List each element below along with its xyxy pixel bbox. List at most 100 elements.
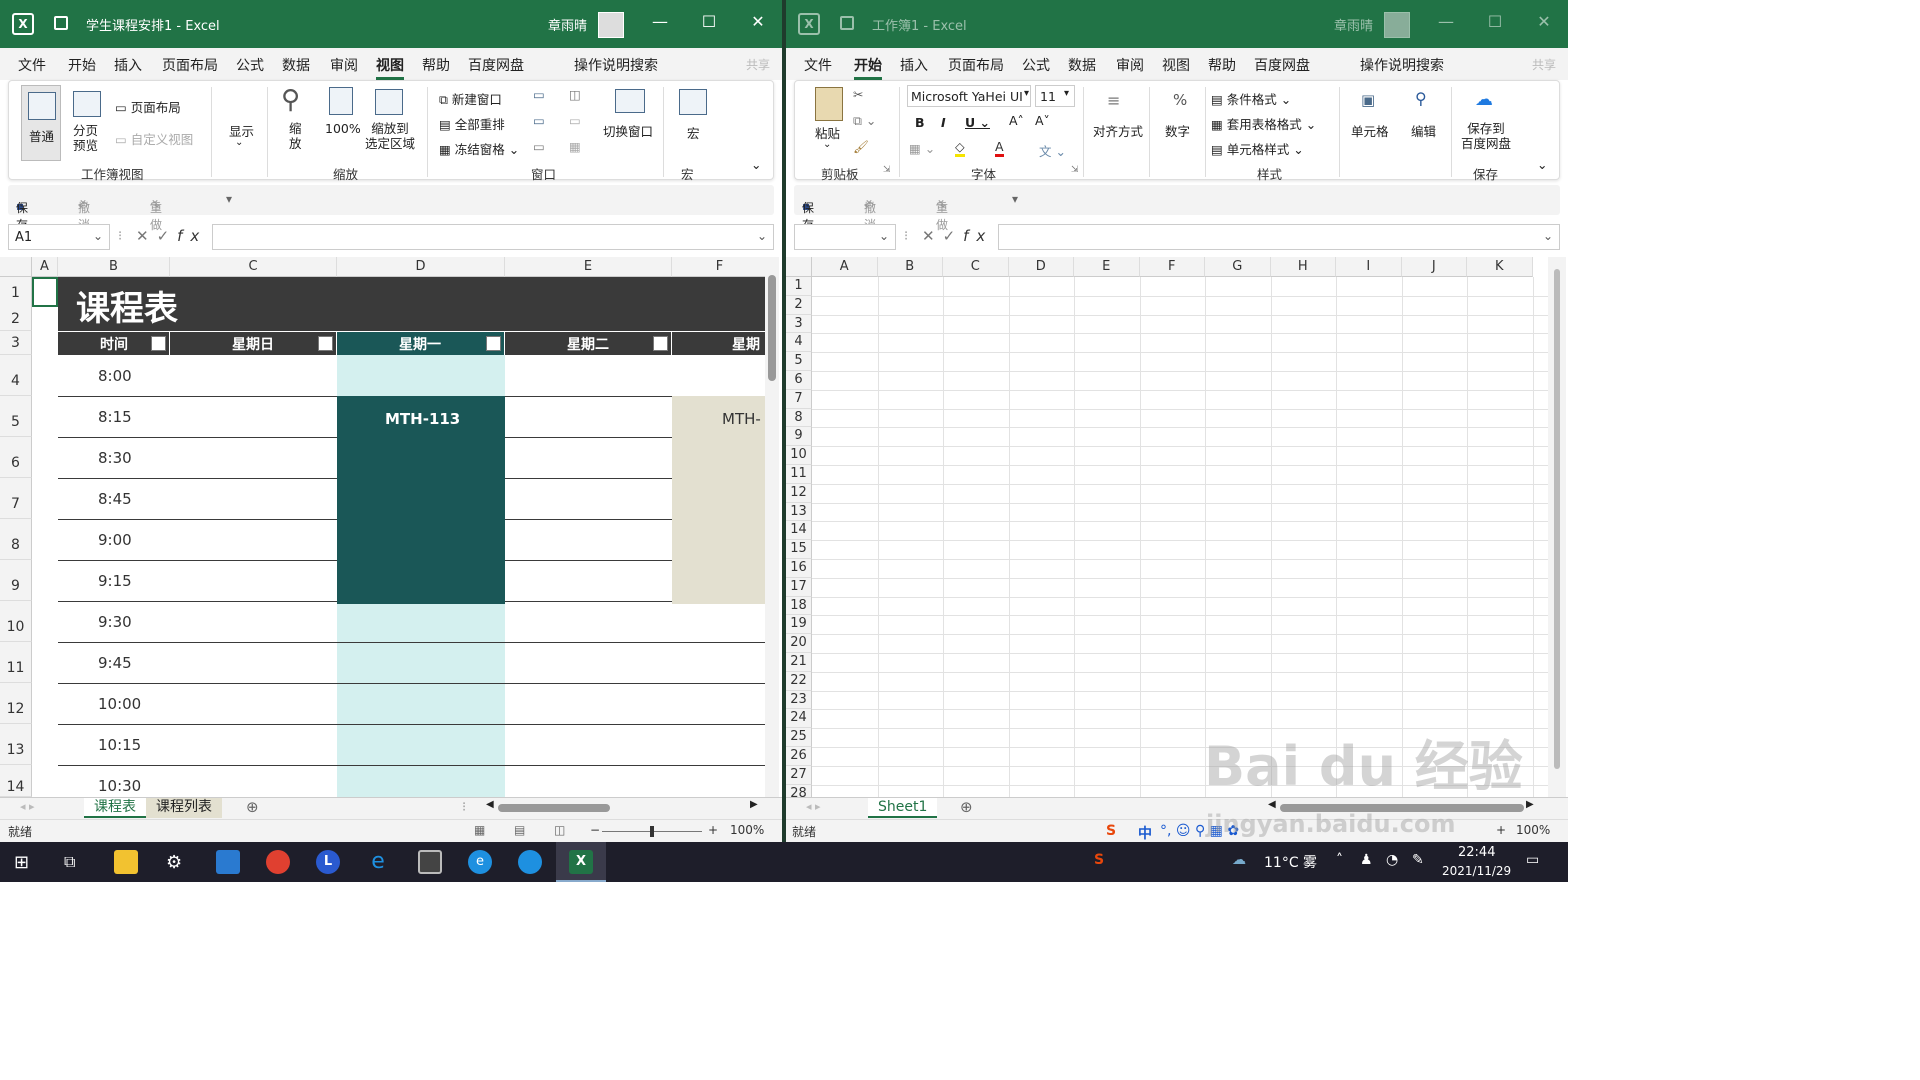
underline-icon[interactable]: U ⌄ — [965, 115, 990, 130]
zoom-level[interactable]: 100% — [730, 823, 764, 837]
clock-date[interactable]: 2021/11/29 — [1442, 864, 1511, 878]
avatar[interactable] — [598, 12, 624, 38]
zoom-selection-button[interactable]: 缩放到 选定区域 — [365, 121, 415, 151]
row-header[interactable]: 26 — [786, 747, 812, 766]
task-view-icon[interactable]: ⧉ — [64, 852, 75, 872]
formula-buttons[interactable]: ✕✓fx — [136, 227, 207, 245]
sogou-ime-icon[interactable]: S — [1106, 823, 1116, 839]
column-header[interactable]: E — [1074, 257, 1140, 277]
row-header[interactable]: 9 — [786, 427, 812, 447]
row-header[interactable]: 14 — [786, 521, 812, 541]
row-header[interactable]: 6 — [0, 437, 32, 478]
row-header[interactable]: 10 — [0, 601, 32, 642]
zoom-out-icon[interactable]: − — [590, 823, 600, 837]
select-all-corner[interactable] — [0, 257, 32, 277]
tab-1[interactable]: 开始 — [854, 55, 882, 80]
filter-dropdown-icon[interactable] — [151, 336, 166, 351]
normal-view-button[interactable]: 普通 — [21, 85, 61, 161]
add-sheet-icon[interactable]: ⊕ — [246, 798, 259, 816]
row-header[interactable]: 7 — [0, 478, 32, 519]
row-header[interactable]: 5 — [786, 352, 812, 371]
zoom-in-icon[interactable]: + — [708, 823, 718, 837]
split-icon[interactable]: ▭ — [533, 87, 545, 102]
row-header[interactable]: 9 — [0, 560, 32, 601]
filter-dropdown-icon[interactable] — [318, 336, 333, 351]
sheet-grid[interactable]: A B C D E F 1 2 3 4 5 6 7 8 9 10 11 12 13 14 课程表 时间 星期日 星期一 星期二星… — [0, 257, 768, 797]
column-header[interactable]: C — [170, 257, 337, 277]
tab-2[interactable]: 插入 — [114, 55, 142, 75]
internet-explorer-icon[interactable]: e — [366, 850, 390, 874]
row-header[interactable]: 25 — [786, 728, 812, 747]
file-explorer-icon[interactable] — [114, 850, 138, 874]
course-block-wednesday[interactable]: MTH- — [672, 396, 768, 604]
vertical-scrollbar[interactable] — [765, 257, 779, 797]
photos-icon[interactable] — [216, 850, 240, 874]
font-name-select[interactable]: Microsoft YaHei UI ▾ — [907, 85, 1031, 107]
tab-4[interactable]: 公式 — [1022, 55, 1050, 75]
notification-icon[interactable]: ▭ — [1526, 852, 1539, 868]
macro-button[interactable]: 宏 — [687, 123, 700, 142]
column-header[interactable]: K — [1467, 257, 1533, 277]
share-button[interactable]: 共享 — [1532, 56, 1556, 73]
row-header[interactable]: 3 — [0, 331, 32, 355]
column-header[interactable]: D — [1008, 257, 1074, 277]
row-header[interactable]: 14 — [0, 765, 32, 797]
tab-7[interactable]: 视图 — [376, 55, 404, 80]
row-header[interactable]: 19 — [786, 615, 812, 635]
editing-button[interactable]: 编辑 — [1411, 121, 1436, 140]
decrease-font-icon[interactable]: A˅ — [1035, 113, 1050, 128]
ime-mode[interactable]: 中 — [1138, 823, 1152, 842]
tab-3[interactable]: 页面布局 — [948, 55, 1004, 75]
qat-redo-button[interactable]: ↷ 重做 ⌄ — [936, 192, 948, 232]
row-header[interactable]: 22 — [786, 671, 812, 691]
column-header[interactable]: A — [812, 257, 878, 277]
row-header[interactable]: 10 — [786, 446, 812, 465]
page-layout-button[interactable]: ▭ 页面布局 — [115, 97, 181, 116]
sheet-tab-schedule[interactable]: 课程表 — [84, 798, 146, 818]
row-header[interactable]: 5 — [0, 396, 32, 437]
cut-icon[interactable]: ✂ — [853, 87, 863, 102]
prev-sheet-icon[interactable]: ◂ ▸ — [20, 800, 35, 813]
font-size-select[interactable]: 11 ▾ — [1035, 85, 1075, 107]
chat-app-icon[interactable] — [518, 850, 542, 874]
column-header[interactable]: B — [877, 257, 943, 277]
arrange-all-button[interactable]: ▤ 全部重排 — [439, 114, 505, 133]
maximize-icon[interactable]: ☐ — [1485, 12, 1505, 31]
horizontal-scrollbar[interactable]: ◀ ▶ — [486, 799, 762, 813]
filter-dropdown-icon[interactable] — [486, 336, 501, 351]
qq-icon[interactable]: ♟ — [1360, 852, 1373, 868]
save-icon[interactable] — [54, 16, 68, 30]
tell-me-search[interactable]: 操作说明搜索 — [1360, 55, 1444, 75]
avatar[interactable] — [1384, 12, 1410, 38]
qat-undo-button[interactable]: ↶ 撤消 ⌄ — [864, 192, 876, 232]
qat-redo-button[interactable]: ↷ 重做 ⌄ — [150, 192, 162, 232]
weather-cloud-icon[interactable]: ☁ — [1232, 852, 1246, 868]
sogou-tray-icon[interactable]: S — [1094, 852, 1104, 868]
row-header[interactable]: 16 — [786, 559, 812, 578]
italic-icon[interactable]: I — [941, 115, 946, 130]
tab-1[interactable]: 开始 — [68, 55, 96, 75]
paste-icon[interactable] — [815, 87, 843, 121]
column-header[interactable]: D — [337, 257, 505, 277]
formula-buttons[interactable]: ✕✓fx — [922, 227, 993, 245]
row-header[interactable]: 18 — [786, 596, 812, 616]
conditional-format-button[interactable]: ▤ 条件格式 ⌄ — [1211, 89, 1291, 108]
row-header[interactable]: 17 — [786, 577, 812, 597]
zoom-button[interactable]: 缩 放 — [289, 121, 302, 151]
row-header[interactable]: 2 — [0, 308, 32, 331]
cell-style-button[interactable]: ▤ 单元格样式 ⌄ — [1211, 139, 1304, 158]
row-header[interactable]: 2 — [786, 295, 812, 315]
tab-2[interactable]: 插入 — [900, 55, 928, 75]
scroll-thumb[interactable] — [498, 804, 610, 812]
maximize-icon[interactable]: ☐ — [699, 12, 719, 31]
row-header[interactable]: 1 — [0, 277, 32, 309]
row-header[interactable]: 21 — [786, 653, 812, 672]
column-header[interactable]: F — [672, 257, 768, 277]
zoom-slider-thumb[interactable] — [650, 826, 654, 837]
customize-qat-icon[interactable]: ▾ — [1012, 192, 1018, 206]
side-by-side-icon[interactable]: ◫ — [569, 87, 581, 102]
scroll-thumb[interactable] — [1554, 269, 1560, 769]
normal-view-icon[interactable]: ▦ — [474, 823, 485, 837]
close-icon[interactable]: ✕ — [1534, 12, 1554, 31]
scroll-left-icon[interactable]: ◀ — [486, 799, 494, 810]
